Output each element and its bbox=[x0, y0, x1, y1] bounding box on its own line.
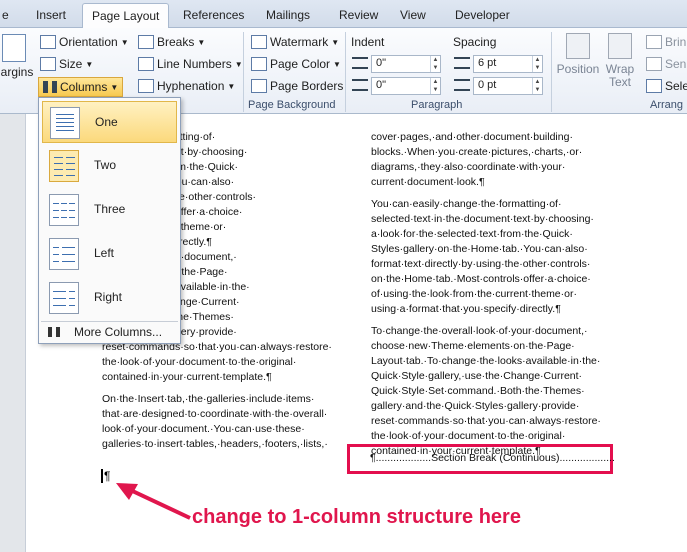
spin-arrows-icon[interactable]: ▲ ▼ bbox=[430, 56, 440, 72]
arrange-group-label: Arrang bbox=[650, 99, 684, 111]
spin-arrows-icon[interactable]: ▲ ▼ bbox=[532, 56, 542, 72]
menu-divider bbox=[41, 321, 178, 322]
group-divider bbox=[345, 32, 346, 112]
tab-file[interactable]: e bbox=[2, 6, 9, 28]
more-columns-item[interactable]: More Columns... bbox=[42, 323, 177, 341]
orientation-button[interactable]: Orientation ▼ bbox=[40, 35, 129, 49]
chevron-down-icon: ▼ bbox=[110, 82, 119, 92]
margins-button[interactable]: argins bbox=[0, 34, 34, 79]
position-button[interactable]: Position bbox=[555, 33, 601, 76]
tab-view[interactable]: View bbox=[400, 6, 426, 28]
tab-references[interactable]: References bbox=[183, 6, 244, 28]
spacing-before-icon bbox=[454, 57, 470, 69]
position-icon bbox=[566, 33, 590, 59]
chevron-down-icon: ▼ bbox=[120, 37, 129, 47]
chevron-down-icon: ▼ bbox=[197, 37, 206, 47]
tab-review[interactable]: Review bbox=[339, 6, 378, 28]
bring-forward-icon bbox=[646, 35, 662, 49]
chevron-down-icon: ▼ bbox=[234, 59, 243, 69]
spin-arrows-icon[interactable]: ▲ ▼ bbox=[532, 78, 542, 94]
page-borders-icon bbox=[251, 79, 267, 93]
ribbon-tab-bar: e Insert Page Layout References Mailings… bbox=[0, 0, 687, 29]
selection-pane-icon bbox=[646, 79, 662, 93]
tab-page-layout[interactable]: Page Layout bbox=[82, 3, 170, 29]
group-divider bbox=[243, 32, 244, 112]
spin-arrows-icon[interactable]: ▲ ▼ bbox=[430, 78, 440, 94]
page-color-icon bbox=[251, 57, 267, 71]
tab-developer[interactable]: Developer bbox=[455, 6, 510, 28]
tab-mailings[interactable]: Mailings bbox=[266, 6, 310, 28]
section-break-text: ¶...................Section Break (Conti… bbox=[370, 452, 615, 464]
spacing-after-icon bbox=[454, 79, 470, 91]
wrap-text-button[interactable]: Wrap Text bbox=[602, 33, 638, 89]
line-numbers-icon bbox=[138, 57, 154, 71]
indent-right-input[interactable]: 0" ▲ ▼ bbox=[371, 77, 441, 95]
one-column-icon bbox=[50, 107, 80, 139]
annotation-text: change to 1-column structure here bbox=[192, 506, 521, 528]
breaks-button[interactable]: Breaks ▼ bbox=[138, 35, 205, 49]
indent-left-icon bbox=[352, 57, 368, 69]
tab-insert[interactable]: Insert bbox=[36, 6, 66, 28]
chevron-down-icon: ▼ bbox=[227, 81, 236, 91]
selection-pane-button[interactable]: Sele bbox=[646, 79, 687, 93]
chevron-down-icon: ▼ bbox=[85, 59, 94, 69]
watermark-icon bbox=[251, 35, 267, 49]
columns-option-left[interactable]: Left bbox=[42, 233, 177, 275]
right-paragraph-3: To·change·the·overall·look·of·your·docum… bbox=[371, 325, 601, 457]
group-divider bbox=[551, 32, 552, 112]
page-color-button[interactable]: Page Color ▼ bbox=[251, 57, 341, 71]
chevron-down-icon: ▼ bbox=[333, 59, 341, 69]
page-borders-button[interactable]: Page Borders bbox=[251, 79, 343, 93]
right-paragraph-2: You·can·easily·change·the·formatting·of·… bbox=[371, 198, 594, 315]
breaks-icon bbox=[138, 35, 154, 49]
spacing-label: Spacing bbox=[453, 35, 497, 49]
annotation-arrow-icon bbox=[116, 483, 191, 520]
send-backward-icon bbox=[646, 57, 662, 71]
section-break-highlight: ¶...................Section Break (Conti… bbox=[347, 444, 615, 474]
columns-button[interactable]: Columns ▼ bbox=[38, 77, 124, 97]
indent-right-icon bbox=[352, 79, 368, 91]
spacing-after-input[interactable]: 0 pt ▲ ▼ bbox=[473, 77, 543, 95]
right-column: cover·pages,·and·other·document·building… bbox=[371, 130, 616, 466]
more-columns-icon bbox=[48, 327, 60, 337]
right-column-icon bbox=[49, 282, 79, 314]
size-icon bbox=[40, 57, 56, 71]
spacing-before-input[interactable]: 6 pt ▲ ▼ bbox=[473, 55, 543, 73]
watermark-button[interactable]: Watermark ▼ bbox=[251, 35, 339, 49]
right-paragraph-1: cover·pages,·and·other·document·building… bbox=[371, 131, 583, 188]
columns-option-two[interactable]: Two bbox=[42, 145, 177, 187]
columns-icon bbox=[43, 81, 57, 93]
page-background-group-label: Page Background bbox=[248, 99, 336, 111]
hyphenation-icon bbox=[138, 79, 154, 93]
columns-option-right[interactable]: Right bbox=[42, 277, 177, 319]
paragraph-group-label: Paragraph bbox=[411, 99, 463, 111]
columns-option-one[interactable]: One bbox=[42, 101, 177, 143]
send-backward-button[interactable]: Sen bbox=[646, 57, 686, 71]
line-numbers-button[interactable]: Line Numbers ▼ bbox=[138, 57, 243, 71]
indent-label: Indent bbox=[351, 35, 385, 49]
three-columns-icon bbox=[49, 194, 79, 226]
chevron-down-icon: ▼ bbox=[331, 37, 340, 47]
bring-forward-button[interactable]: Brin bbox=[646, 35, 686, 49]
orientation-icon bbox=[40, 35, 56, 49]
hyphenation-button[interactable]: Hyphenation ▼ bbox=[138, 79, 235, 93]
size-button[interactable]: Size ▼ bbox=[40, 57, 93, 71]
left-column-icon bbox=[49, 238, 79, 270]
columns-option-three[interactable]: Three bbox=[42, 189, 177, 231]
indent-left-input[interactable]: 0" ▲ ▼ bbox=[371, 55, 441, 73]
wrap-text-icon bbox=[608, 33, 632, 59]
margins-icon bbox=[2, 34, 26, 62]
left-paragraph-2: On·the·Insert·tab,·the·galleries·include… bbox=[102, 393, 328, 450]
two-columns-icon bbox=[49, 150, 79, 182]
columns-dropdown-menu: One Two Three Left Right More Columns... bbox=[38, 97, 181, 344]
